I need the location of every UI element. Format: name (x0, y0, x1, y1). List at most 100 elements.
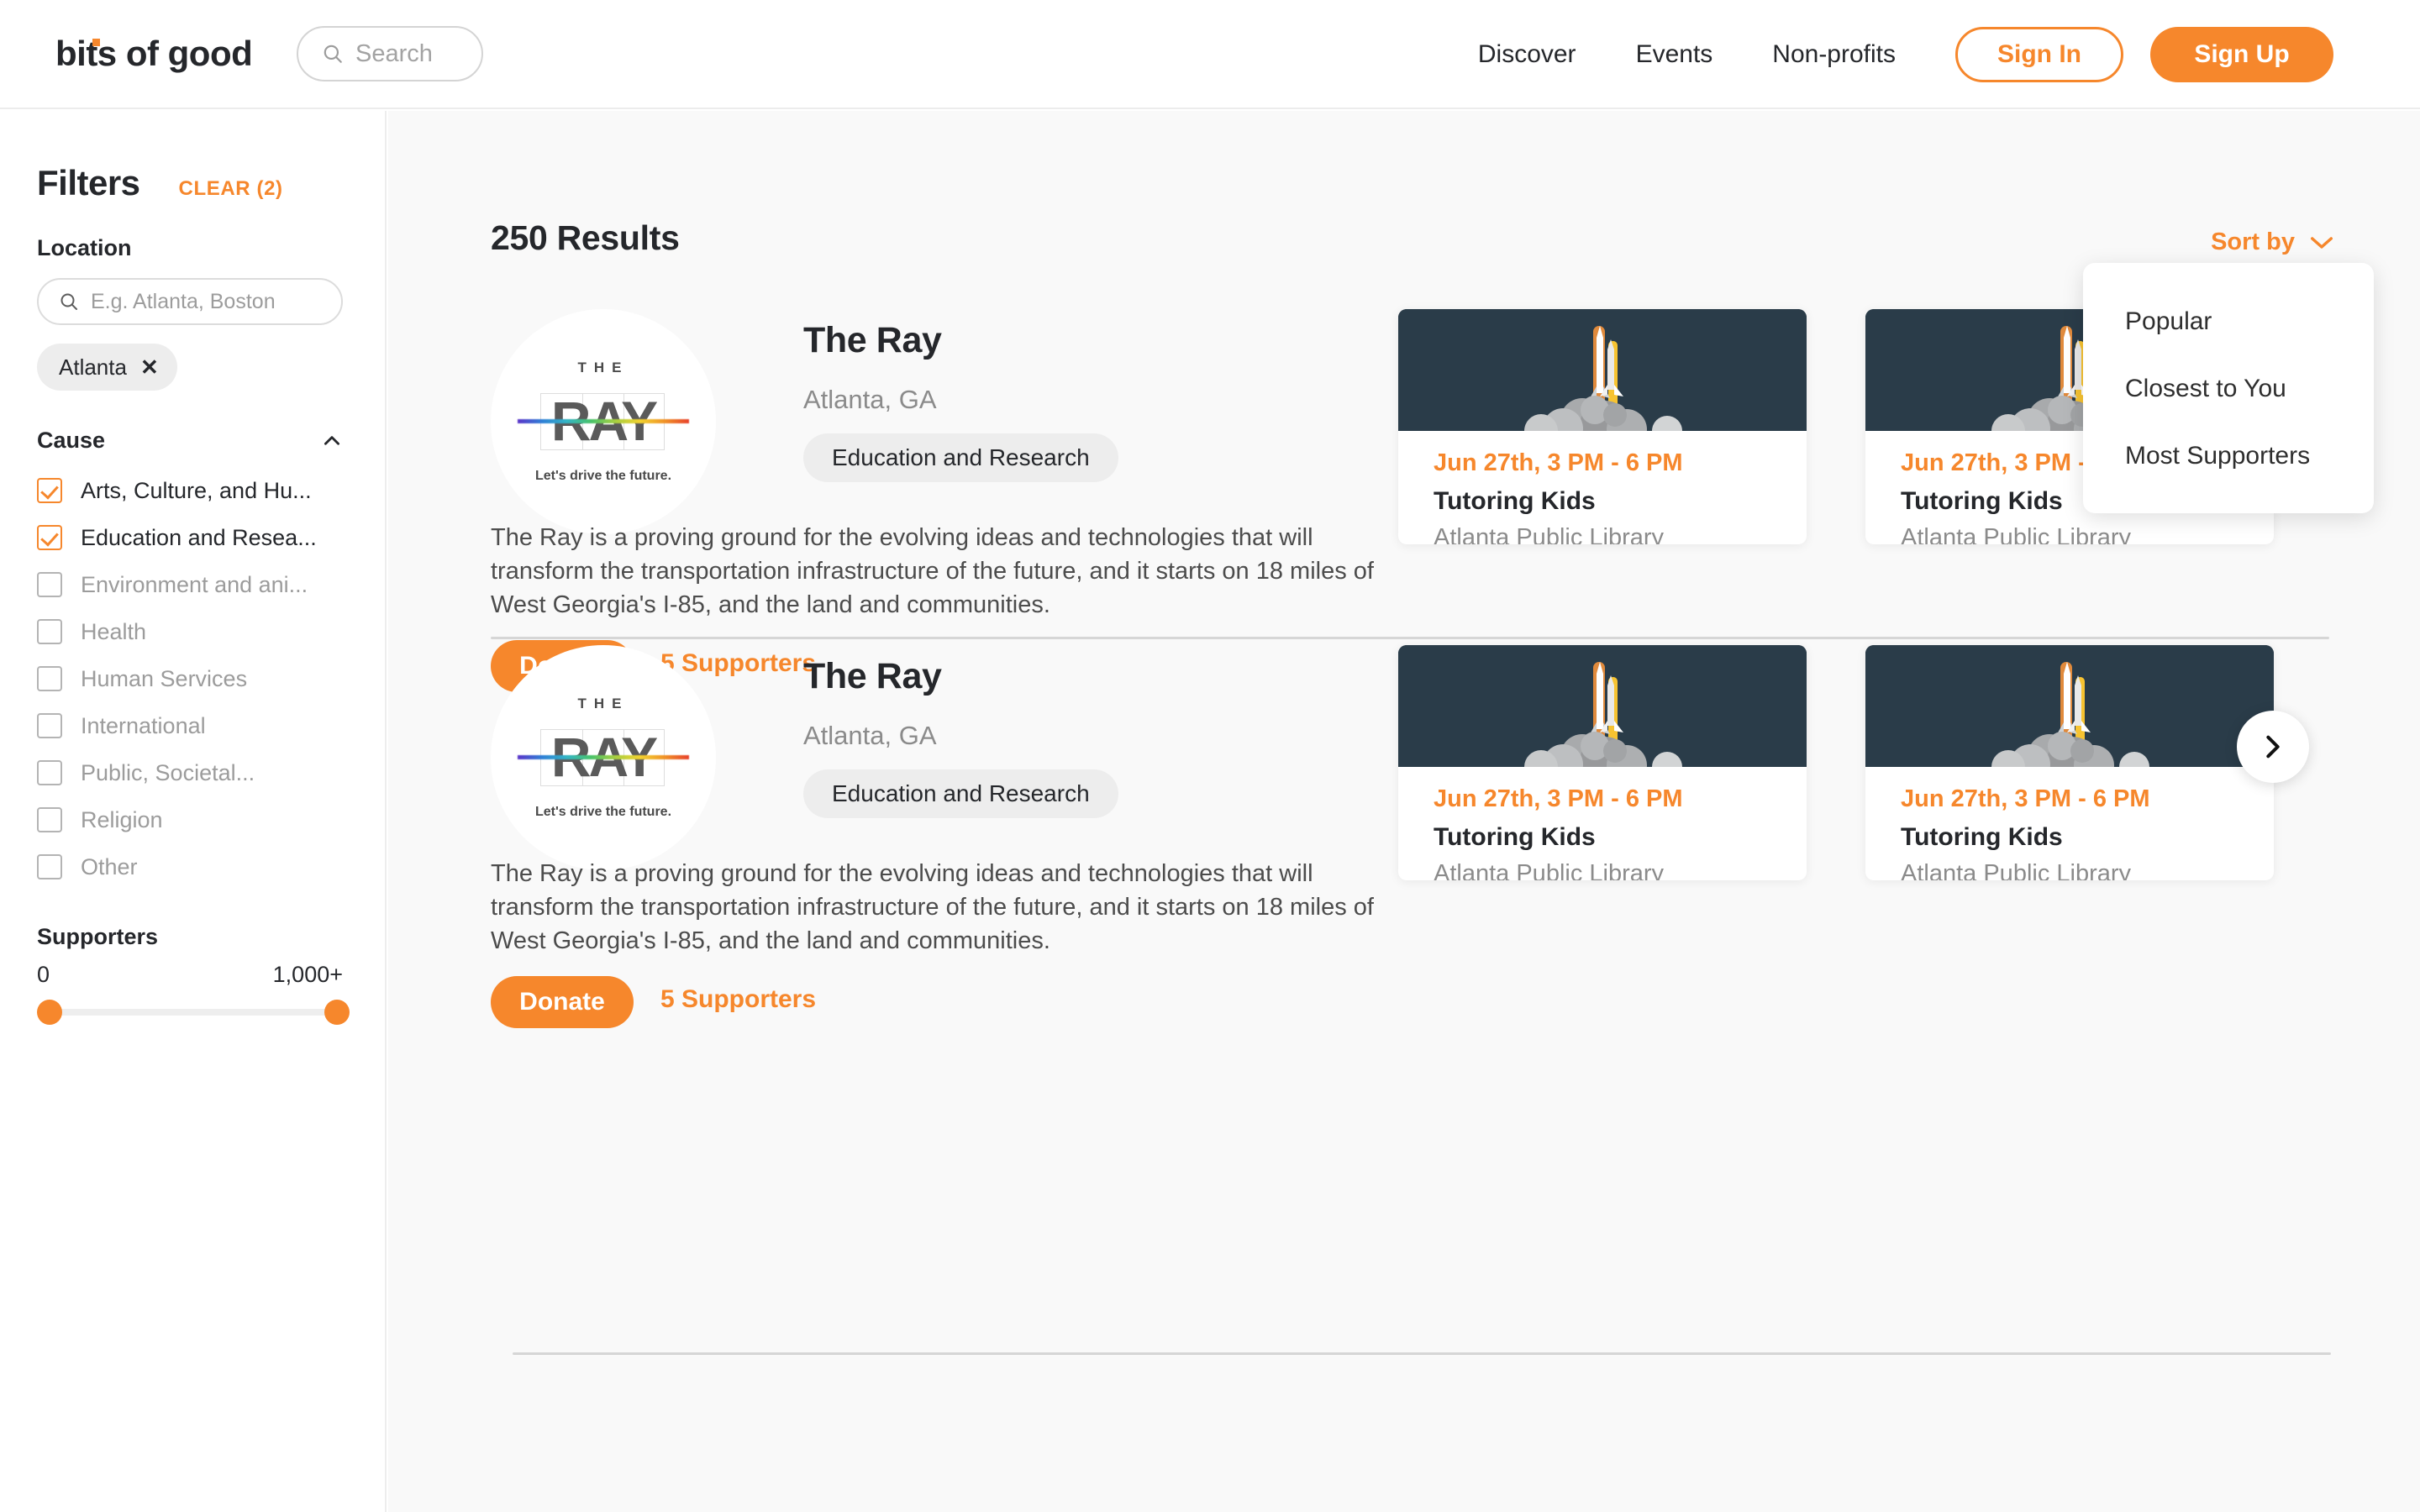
event-date: Jun 27th, 3 PM - 6 PM (1434, 785, 1683, 812)
slider-handle-min[interactable] (37, 1000, 62, 1025)
event-card-body: Jun 27th, 3 PM - 6 PM Tutoring Kids Atla… (1398, 767, 1807, 880)
checkbox-checked-icon[interactable] (37, 478, 62, 503)
rocket-launch-svg (1865, 645, 2274, 767)
slider-track (47, 1009, 339, 1016)
sort-by-dropdown-menu: Popular Closest to You Most Supporters (2083, 263, 2374, 513)
nonprofit-location: Atlanta, GA (803, 385, 937, 414)
close-icon[interactable]: ✕ (140, 354, 159, 381)
site-logo[interactable]: bits of good (55, 34, 253, 74)
checkbox-icon[interactable] (37, 807, 62, 832)
chevron-down-icon (2311, 236, 2333, 249)
event-location: Atlanta Public Library (1434, 524, 1665, 544)
cause-option-label: Health (81, 618, 147, 644)
header-search-input[interactable]: Search (297, 26, 483, 81)
checkbox-icon[interactable] (37, 713, 62, 738)
logo-rainbow-beam (518, 419, 689, 423)
filters-title: Filters (37, 163, 140, 202)
donate-button[interactable]: Donate (491, 976, 634, 1028)
supporters-max-label: 1,000+ (272, 962, 343, 987)
cause-option-label: Other (81, 853, 138, 879)
location-search-input[interactable]: E.g. Atlanta, Boston (37, 278, 343, 325)
event-card[interactable]: Jun 27th, 3 PM - 6 PM Tutoring Kids Atla… (1398, 309, 1807, 544)
supporters-count-link[interactable]: 5 Supporters (660, 985, 816, 1014)
cause-option-religion[interactable]: Religion (37, 796, 348, 843)
sign-up-button[interactable]: Sign Up (2150, 27, 2333, 82)
cause-option-other[interactable]: Other (37, 843, 348, 890)
header-search-placeholder: Search (355, 39, 433, 67)
cause-option-label: Religion (81, 806, 163, 832)
checkbox-icon[interactable] (37, 572, 62, 597)
logo-artwork: RAY (518, 388, 689, 454)
cause-option-human-services[interactable]: Human Services (37, 655, 348, 702)
cause-section-title: Cause (37, 428, 106, 453)
site-header: bits of good Search Discover Events Non-… (0, 0, 2420, 109)
checkbox-icon[interactable] (37, 619, 62, 644)
sort-by-label: Sort by (2211, 228, 2295, 255)
checkbox-checked-icon[interactable] (37, 525, 62, 550)
discover-page: bits of good Search Discover Events Non-… (0, 0, 2420, 1512)
sign-in-button[interactable]: Sign In (1955, 27, 2123, 82)
sort-by-button[interactable]: Sort by (2211, 228, 2334, 256)
chevron-up-icon[interactable] (321, 430, 343, 452)
nonprofit-cause-tag: Education and Research (803, 769, 1118, 818)
nav-item-discover[interactable]: Discover (1478, 40, 1576, 69)
nav-item-events[interactable]: Events (1636, 40, 1713, 69)
checkbox-icon[interactable] (37, 854, 62, 879)
sort-option-closest-to-you[interactable]: Closest to You (2083, 355, 2374, 423)
logo-top-text: THE (577, 360, 629, 375)
rocket-launch-illustration (1398, 309, 1807, 431)
checkbox-icon[interactable] (37, 666, 62, 691)
event-title: Tutoring Kids (1901, 823, 2063, 851)
event-location: Atlanta Public Library (1434, 860, 1665, 880)
chevron-right-icon (2266, 735, 2280, 759)
event-card[interactable]: Jun 27th, 3 PM - 6 PM Tutoring Kids Atla… (1865, 645, 2274, 880)
slider-handle-max[interactable] (324, 1000, 350, 1025)
cause-option-environment-animals[interactable]: Environment and ani... (37, 561, 348, 608)
cause-option-arts-culture[interactable]: Arts, Culture, and Hu... (37, 467, 348, 514)
location-chip-atlanta[interactable]: Atlanta ✕ (37, 344, 177, 391)
rocket-launch-illustration (1398, 645, 1807, 767)
logo-top-text: THE (577, 696, 629, 711)
rocket-launch-illustration (1865, 645, 2274, 767)
clear-filters-button[interactable]: CLEAR (2) (179, 177, 283, 201)
nonprofit-name[interactable]: The Ray (803, 320, 942, 361)
cause-section-header[interactable]: Cause (37, 428, 343, 454)
event-location: Atlanta Public Library (1901, 860, 2132, 880)
logo-rainbow-beam (518, 755, 689, 759)
cause-option-public-societal[interactable]: Public, Societal... (37, 749, 348, 796)
nav-item-non-profits[interactable]: Non-profits (1772, 40, 1896, 69)
cause-option-health[interactable]: Health (37, 608, 348, 655)
logo-tagline: Let's drive the future. (534, 805, 672, 819)
nonprofit-description: The Ray is a proving ground for the evol… (491, 524, 1374, 619)
checkbox-icon[interactable] (37, 760, 62, 785)
site-logo-text: bits of good (55, 34, 253, 73)
supporters-min-label: 0 (37, 962, 50, 987)
supporters-count-link[interactable]: 5 Supporters (660, 649, 816, 678)
supporters-range-values: 0 1,000+ (37, 962, 343, 988)
logo-artwork: RAY (518, 724, 689, 790)
cause-option-education-research[interactable]: Education and Resea... (37, 514, 348, 561)
nonprofit-description: The Ray is a proving ground for the evol… (491, 860, 1374, 955)
event-card[interactable]: Jun 27th, 3 PM - 6 PM Tutoring Kids Atla… (1398, 645, 1807, 880)
event-date: Jun 27th, 3 PM - 6 PM (1901, 785, 2150, 812)
filters-sidebar: Filters CLEAR (2) Location E.g. Atlanta,… (0, 111, 387, 1512)
carousel-next-button[interactable] (2237, 711, 2309, 783)
cause-option-label: Public, Societal... (81, 759, 255, 785)
results-main: 250 Results Sort by Popular Closest to Y… (388, 111, 2420, 1512)
event-date: Jun 27th, 3 PM - 6 PM (1434, 449, 1683, 476)
search-icon (60, 293, 77, 310)
sort-option-most-supporters[interactable]: Most Supporters (2083, 423, 2374, 490)
location-search-placeholder: E.g. Atlanta, Boston (91, 289, 276, 313)
supporters-range-slider[interactable] (37, 1000, 350, 1025)
result-divider (513, 1352, 2331, 1355)
nonprofit-cause-tag: Education and Research (803, 433, 1118, 482)
results-count: 250 Results (491, 218, 680, 257)
cause-option-label: International (81, 712, 206, 738)
nonprofit-location: Atlanta, GA (803, 721, 937, 750)
sort-option-popular[interactable]: Popular (2083, 288, 2374, 355)
nonprofit-name[interactable]: The Ray (803, 656, 942, 697)
event-card-body: Jun 27th, 3 PM - 6 PM Tutoring Kids Atla… (1865, 767, 2274, 880)
cause-option-international[interactable]: International (37, 702, 348, 749)
supporters-section-title: Supporters (37, 924, 159, 949)
event-location: Atlanta Public Library (1901, 524, 2132, 544)
